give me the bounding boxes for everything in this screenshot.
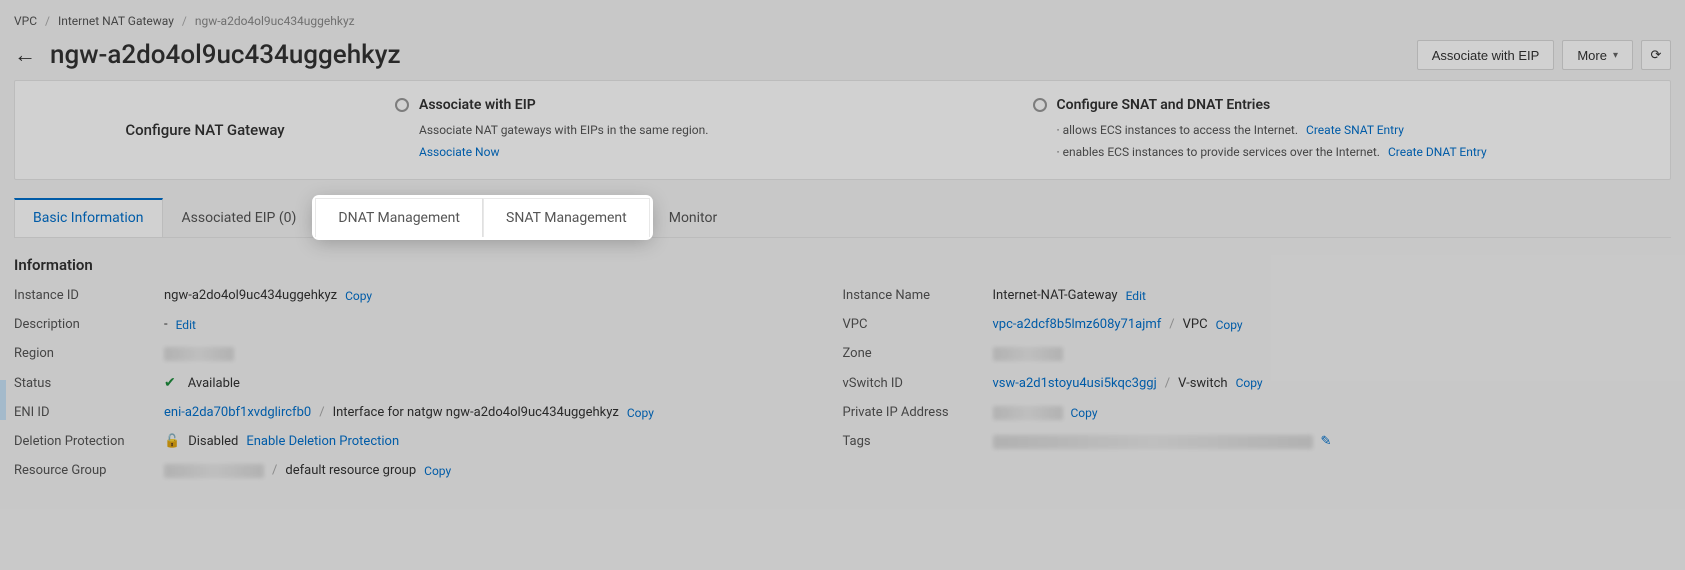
step-radio-icon	[395, 98, 409, 112]
copy-private-ip[interactable]: Copy	[1071, 406, 1098, 420]
vswitch-link[interactable]: vsw-a2d1stoyu4usi5kqc3ggj	[993, 376, 1157, 391]
label-vpc: VPC	[843, 317, 993, 332]
label-resource-group: Resource Group	[14, 463, 164, 478]
slash-sep: /	[1169, 317, 1174, 332]
vpc-link[interactable]: vpc-a2dcf8b5lmz608y71ajmf	[993, 317, 1162, 332]
tabs: Basic Information Associated EIP (0) DNA…	[14, 198, 1671, 238]
copy-vswitch[interactable]: Copy	[1236, 376, 1263, 390]
step2-line2: · enables ECS instances to provide servi…	[1057, 141, 1380, 163]
configure-guide-card: Configure NAT Gateway Associate with EIP…	[14, 80, 1671, 180]
refresh-button[interactable]: ⟳	[1641, 40, 1671, 70]
step2-line1: · allows ECS instances to access the Int…	[1057, 119, 1299, 141]
value-resource-group-id-redacted	[164, 464, 264, 478]
value-instance-name: Internet-NAT-Gateway	[993, 288, 1118, 303]
breadcrumb-gateway[interactable]: Internet NAT Gateway	[58, 14, 174, 28]
tab-associated-eip[interactable]: Associated EIP (0)	[163, 198, 316, 237]
status-ok-icon: ✔	[164, 375, 176, 391]
label-instance-id: Instance ID	[14, 288, 164, 303]
tab-snat-management[interactable]: SNAT Management	[483, 198, 650, 237]
highlighted-tab-group: DNAT Management SNAT Management	[315, 198, 649, 237]
eni-link[interactable]: eni-a2da70bf1xvdglircfb0	[164, 405, 311, 420]
page-title: ngw-a2do4ol9uc434uggehkyz	[50, 40, 1417, 70]
associate-eip-button[interactable]: Associate with EIP	[1417, 40, 1555, 70]
slash-sep: /	[319, 405, 324, 420]
label-description: Description	[14, 317, 164, 332]
step1-desc: Associate NAT gateways with EIPs in the …	[419, 119, 1021, 141]
configure-title: Configure NAT Gateway	[15, 97, 395, 163]
create-dnat-link[interactable]: Create DNAT Entry	[1388, 141, 1487, 163]
label-eni: ENI ID	[14, 405, 164, 420]
value-zone-redacted	[993, 347, 1063, 361]
copy-resource-group[interactable]: Copy	[424, 464, 451, 478]
edit-description[interactable]: Edit	[176, 318, 196, 332]
value-status: Available	[188, 376, 240, 391]
more-button-label: More	[1577, 48, 1607, 63]
breadcrumb-sep: /	[182, 14, 187, 28]
copy-instance-id[interactable]: Copy	[345, 289, 372, 303]
chevron-down-icon: ▾	[1613, 50, 1618, 61]
label-vswitch: vSwitch ID	[843, 376, 993, 391]
step-radio-icon	[1033, 98, 1047, 112]
slash-sep: /	[1165, 376, 1170, 391]
eni-desc: Interface for natgw ngw-a2do4ol9uc434ugg…	[333, 405, 619, 420]
label-deletion-protection: Deletion Protection	[14, 434, 164, 449]
step2-title: Configure SNAT and DNAT Entries	[1057, 97, 1271, 113]
left-dock-handle[interactable]	[0, 380, 6, 420]
slash-sep: /	[272, 463, 277, 478]
value-resource-group: default resource group	[285, 463, 416, 478]
value-instance-id: ngw-a2do4ol9uc434uggehkyz	[164, 288, 337, 303]
associate-now-link[interactable]: Associate Now	[419, 145, 499, 159]
copy-vpc[interactable]: Copy	[1216, 318, 1243, 332]
create-snat-link[interactable]: Create SNAT Entry	[1306, 119, 1404, 141]
label-region: Region	[14, 346, 164, 361]
section-title-information: Information	[14, 256, 1671, 274]
edit-instance-name[interactable]: Edit	[1126, 289, 1146, 303]
copy-eni[interactable]: Copy	[627, 406, 654, 420]
label-private-ip: Private IP Address	[843, 405, 993, 420]
breadcrumb-current: ngw-a2do4ol9uc434uggehkyz	[195, 14, 355, 28]
vswitch-name: V-switch	[1178, 376, 1228, 391]
vpc-name: VPC	[1183, 317, 1208, 332]
label-tags: Tags	[843, 434, 993, 449]
edit-tags-icon[interactable]: ✎	[1321, 434, 1332, 449]
value-region-redacted	[164, 347, 234, 361]
refresh-icon: ⟳	[1651, 47, 1662, 63]
label-zone: Zone	[843, 346, 993, 361]
value-tags-redacted	[993, 435, 1313, 449]
breadcrumb-vpc[interactable]: VPC	[14, 14, 37, 28]
more-button[interactable]: More ▾	[1562, 40, 1633, 70]
tab-dnat-management[interactable]: DNAT Management	[315, 198, 483, 237]
back-arrow-icon[interactable]: ←	[14, 42, 36, 68]
value-description: -	[164, 317, 168, 332]
lock-icon: 🔓	[164, 434, 180, 449]
label-instance-name: Instance Name	[843, 288, 993, 303]
value-deletion-protection: Disabled	[188, 434, 238, 449]
step1-title: Associate with EIP	[419, 97, 536, 113]
tab-basic-information[interactable]: Basic Information	[14, 198, 163, 237]
enable-deletion-protection-link[interactable]: Enable Deletion Protection	[246, 434, 399, 449]
label-status: Status	[14, 376, 164, 391]
breadcrumb-sep: /	[45, 14, 50, 28]
value-private-ip-redacted	[993, 406, 1063, 420]
tab-monitor[interactable]: Monitor	[650, 198, 737, 237]
breadcrumb: VPC / Internet NAT Gateway / ngw-a2do4ol…	[0, 0, 1685, 34]
